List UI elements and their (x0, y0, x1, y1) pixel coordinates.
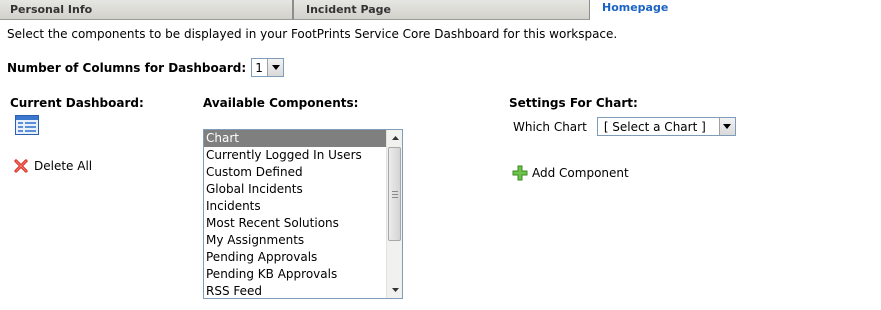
list-item[interactable]: Global Incidents (204, 181, 386, 198)
intro-text: Select the components to be displayed in… (7, 27, 618, 41)
plus-icon (512, 165, 528, 181)
scroll-thumb[interactable] (388, 147, 401, 241)
scroll-up-icon[interactable] (387, 130, 402, 146)
scroll-down-icon[interactable] (387, 282, 402, 298)
tab-homepage[interactable]: Homepage (590, 0, 881, 20)
settings-title: Settings For Chart: (509, 96, 638, 110)
list-item[interactable]: Currently Logged In Users (204, 147, 386, 164)
delete-all-label: Delete All (34, 159, 93, 173)
tab-incident-page[interactable]: Incident Page (293, 0, 590, 20)
chevron-down-icon[interactable] (267, 59, 284, 76)
list-item[interactable]: RSS Feed (204, 283, 386, 298)
columns-select[interactable]: 1 (251, 58, 285, 77)
chevron-down-icon[interactable] (718, 118, 735, 135)
available-components-list[interactable]: Chart Currently Logged In Users Custom D… (203, 129, 403, 299)
list-item[interactable]: Most Recent Solutions (204, 215, 386, 232)
tab-strip: Personal Info Incident Page Homepage (0, 0, 881, 21)
add-component-button[interactable]: Add Component (512, 165, 629, 181)
list-item[interactable]: My Assignments (204, 232, 386, 249)
list-item[interactable]: Pending KB Approvals (204, 266, 386, 283)
delete-all-button[interactable]: Delete All (13, 158, 92, 174)
list-item[interactable]: Chart (204, 130, 386, 147)
current-dashboard-title: Current Dashboard: (10, 96, 144, 110)
available-components-title: Available Components: (203, 96, 359, 110)
list-item[interactable]: Incidents (204, 198, 386, 215)
columns-row: Number of Columns for Dashboard: 1 (7, 58, 285, 77)
tab-personal-info[interactable]: Personal Info (0, 0, 293, 20)
dashboard-grid-icon[interactable] (15, 115, 39, 135)
list-item[interactable]: Pending Approvals (204, 249, 386, 266)
list-item[interactable]: Custom Defined (204, 164, 386, 181)
which-chart-select[interactable]: [ Select a Chart ] (596, 117, 736, 136)
list-scrollbar[interactable] (386, 130, 402, 298)
delete-icon (14, 159, 28, 173)
columns-select-value: 1 (255, 61, 263, 75)
columns-label: Number of Columns for Dashboard: (7, 60, 247, 75)
add-component-label: Add Component (532, 166, 629, 180)
which-chart-label: Which Chart (513, 119, 587, 134)
which-chart-value: [ Select a Chart ] (603, 120, 706, 134)
which-chart-row: Which Chart [ Select a Chart ] (513, 117, 736, 136)
